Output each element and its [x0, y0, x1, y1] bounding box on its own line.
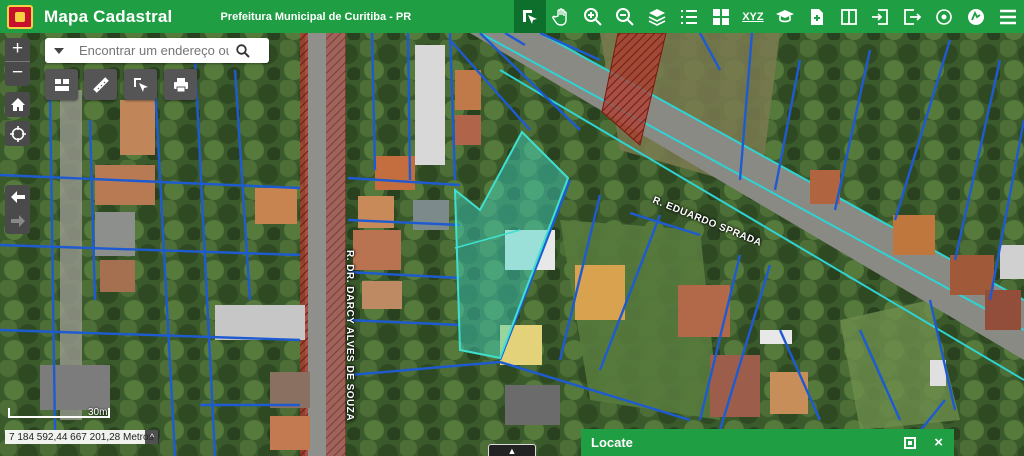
coordinate-toggle-button[interactable]: ^ [145, 430, 159, 444]
layers-icon [648, 8, 666, 26]
street-label-darcy-alves: R. DR. DARCY ALVES DE SOUZA [344, 250, 355, 422]
map-pin-icon [968, 8, 985, 25]
next-extent-button[interactable] [5, 209, 30, 233]
maximize-icon[interactable] [904, 436, 917, 449]
close-icon[interactable]: × [934, 434, 943, 451]
draw-pointer-icon [133, 77, 148, 92]
basemap-button[interactable] [45, 69, 78, 100]
zoom-out-button[interactable]: − [5, 62, 30, 86]
locate-panel-title: Locate [591, 435, 633, 450]
zoom-out-icon [616, 7, 635, 26]
document-tool[interactable] [801, 0, 833, 33]
hand-icon [551, 7, 567, 26]
app-header: Mapa Cadastral Prefeitura Municipal de C… [0, 0, 1024, 33]
printer-icon [173, 77, 188, 92]
zoom-out-tool[interactable] [609, 0, 641, 33]
home-button[interactable] [5, 92, 30, 117]
arrow-left-icon [10, 191, 25, 203]
zoom-in-icon [584, 7, 603, 26]
hamburger-icon [1000, 9, 1017, 24]
sign-out-icon [904, 8, 922, 25]
split-view-icon [840, 8, 857, 25]
pan-tool[interactable] [546, 0, 578, 33]
map-tool[interactable] [960, 0, 992, 33]
sign-in-icon [872, 8, 889, 25]
identify-icon [522, 9, 537, 24]
locate-panel: Locate × [581, 429, 954, 456]
target-icon [936, 8, 953, 25]
print-button[interactable] [164, 69, 197, 100]
search-input[interactable] [79, 43, 229, 58]
xyz-icon: XYZ [742, 10, 764, 23]
identify-tool[interactable] [513, 0, 546, 33]
coordinate-readout: 7 184 592,44 667 201,28 Metros [5, 430, 158, 444]
my-location-button[interactable] [5, 121, 30, 146]
curitiba-coat-of-arms-logo [7, 4, 33, 29]
app-subtitle: Prefeitura Municipal de Curitiba - PR [220, 10, 412, 23]
basemap-icon [54, 78, 69, 91]
zoom-in-button[interactable]: + [5, 38, 30, 62]
draw-button[interactable] [124, 69, 157, 100]
search-icon[interactable] [233, 41, 253, 61]
layers-tool[interactable] [641, 0, 673, 33]
attribution-toggle-button[interactable]: ▲ [488, 444, 536, 456]
app-title: Mapa Cadastral [44, 6, 173, 26]
zoom-in-tool[interactable] [578, 0, 610, 33]
export-tool[interactable] [896, 0, 928, 33]
menu-tool[interactable] [992, 0, 1024, 33]
compare-tool[interactable] [833, 0, 865, 33]
search-source-dropdown-icon[interactable] [54, 47, 64, 54]
home-icon [10, 97, 25, 111]
extent-navigation [5, 185, 30, 234]
grid-icon [713, 8, 730, 25]
graduation-cap-icon [775, 9, 794, 22]
crosshair-icon [9, 125, 26, 142]
arrow-right-icon [10, 215, 25, 227]
document-add-icon [810, 8, 823, 25]
legend-tool[interactable] [673, 0, 705, 33]
scale-label: 30m [88, 407, 108, 418]
measure-button[interactable] [84, 69, 117, 100]
zoom-control: + − [5, 38, 30, 86]
list-icon [681, 9, 698, 24]
ruler-icon [92, 76, 109, 93]
main-toolbar: XYZ [513, 0, 1024, 33]
grid-tool[interactable] [705, 0, 737, 33]
address-search [45, 38, 269, 63]
previous-extent-button[interactable] [5, 185, 30, 209]
locate-tool[interactable] [928, 0, 960, 33]
coordinates-tool[interactable]: XYZ [737, 0, 769, 33]
education-tool[interactable] [769, 0, 801, 33]
import-tool[interactable] [865, 0, 897, 33]
